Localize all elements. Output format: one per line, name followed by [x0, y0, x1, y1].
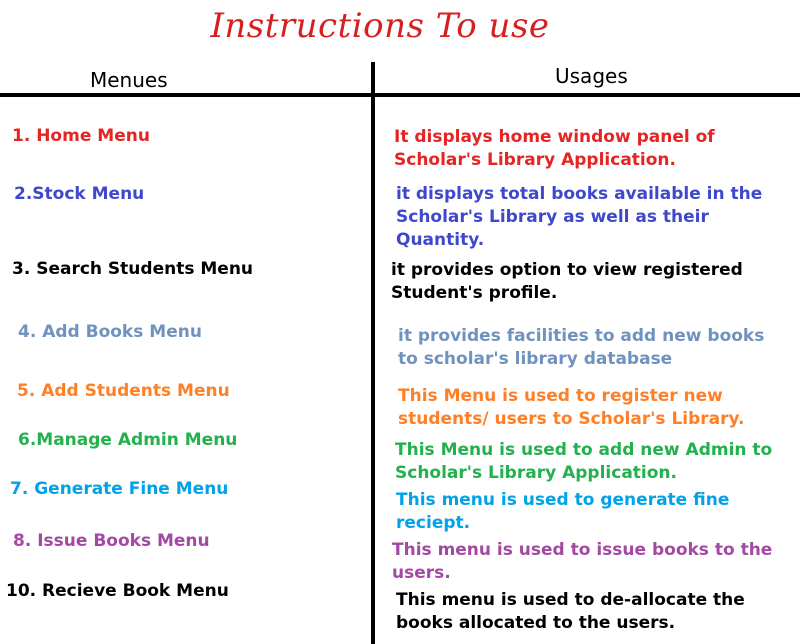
- menu-manage-admin-usage: This Menu is used to add new Admin to Sc…: [395, 440, 773, 483]
- usages-column-header: Usages: [555, 64, 628, 88]
- menu-recieve-book-label: 10. Recieve Book Menu: [6, 581, 229, 601]
- menu-home-label: 1. Home Menu: [12, 126, 150, 146]
- header-divider: [0, 93, 800, 97]
- menu-stock-label: 2.Stock Menu: [14, 184, 145, 204]
- menu-generate-fine-label: 7. Generate Fine Menu: [10, 479, 229, 499]
- menu-issue-books-usage: This menu is used to issue books to the …: [392, 540, 773, 583]
- menu-add-students-label: 5. Add Students Menu: [17, 381, 230, 401]
- menu-stock-usage: it displays total books available in the…: [396, 184, 763, 250]
- menu-search-students-usage: it provides option to view registered St…: [391, 260, 743, 303]
- menu-generate-fine-usage: This menu is used to generate fine recie…: [396, 490, 730, 533]
- menu-issue-books-label: 8. Issue Books Menu: [13, 531, 210, 551]
- page-title: Instructions To use: [210, 6, 550, 46]
- menu-home-usage: It displays home window panel of Scholar…: [394, 127, 715, 170]
- column-divider: [371, 62, 375, 644]
- menu-manage-admin-label: 6.Manage Admin Menu: [18, 430, 238, 450]
- menus-column-header: Menues: [90, 68, 168, 92]
- menu-add-books-usage: it provides facilities to add new books …: [398, 326, 765, 369]
- menu-recieve-book-usage: This menu is used to de-allocate the boo…: [396, 590, 745, 633]
- menu-search-students-label: 3. Search Students Menu: [12, 259, 254, 279]
- menu-add-students-usage: This Menu is used to register new studen…: [398, 386, 745, 429]
- menu-add-books-label: 4. Add Books Menu: [18, 322, 202, 342]
